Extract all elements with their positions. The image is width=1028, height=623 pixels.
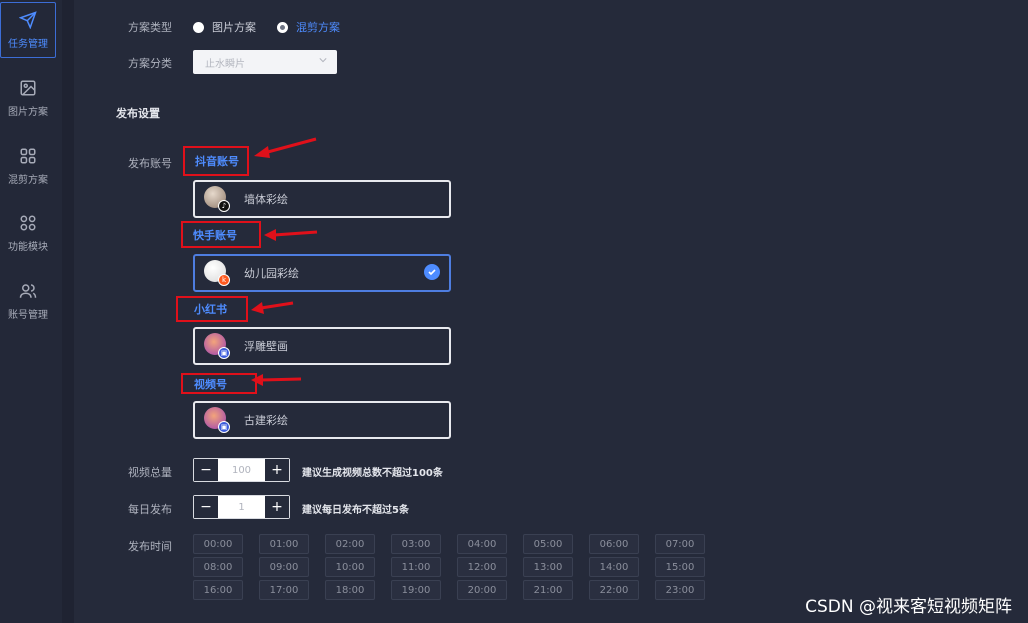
- account-card-douyin[interactable]: ♪ 墙体彩绘: [193, 180, 451, 218]
- account-card-kuaishou[interactable]: k 幼儿园彩绘: [193, 254, 451, 292]
- annotation-arrow: [251, 374, 302, 386]
- sidebar-item-modules[interactable]: 功能模块: [0, 205, 56, 261]
- time-slot[interactable]: 16:00: [193, 580, 243, 600]
- time-slot[interactable]: 18:00: [325, 580, 375, 600]
- video-total-input[interactable]: 100: [218, 459, 265, 481]
- time-slot[interactable]: 21:00: [523, 580, 573, 600]
- time-slot[interactable]: 11:00: [391, 557, 441, 577]
- select-value: 止水瞬片: [205, 58, 245, 70]
- video-total-stepper: − 100 +: [193, 458, 290, 482]
- time-slot[interactable]: 02:00: [325, 534, 375, 554]
- radio-dot-selected: [277, 21, 288, 33]
- time-slot[interactable]: 07:00: [655, 534, 705, 554]
- kuaishou-icon: k: [218, 274, 230, 286]
- plan-category-select[interactable]: 止水瞬片: [193, 50, 337, 74]
- time-slot[interactable]: 08:00: [193, 557, 243, 577]
- radio-label: 图片方案: [212, 21, 256, 34]
- time-slot[interactable]: 09:00: [259, 557, 309, 577]
- radio-dot: [193, 21, 204, 33]
- channels-icon: ▣: [218, 421, 230, 433]
- platform-tag-douyin: 抖音账号: [183, 146, 249, 176]
- account-name: 浮雕壁画: [244, 340, 288, 353]
- radio-mix-plan[interactable]: 混剪方案: [277, 19, 340, 35]
- douyin-icon: ♪: [218, 200, 230, 212]
- radio-image-plan[interactable]: 图片方案: [193, 19, 256, 35]
- time-slot[interactable]: 19:00: [391, 580, 441, 600]
- annotation-arrow: [251, 301, 294, 314]
- avatar: k: [204, 260, 230, 286]
- modules-icon: [20, 215, 36, 230]
- publish-settings-title: 发布设置: [116, 107, 160, 120]
- daily-publish-hint: 建议每日发布不超过5条: [302, 505, 409, 516]
- time-slot[interactable]: 14:00: [589, 557, 639, 577]
- time-slot[interactable]: 12:00: [457, 557, 507, 577]
- time-slot[interactable]: 20:00: [457, 580, 507, 600]
- chevron-down-icon: [319, 58, 327, 63]
- platform-tag-xiaohongshu: 小红书: [176, 296, 248, 322]
- avatar: ▣: [204, 333, 230, 359]
- time-slot[interactable]: 13:00: [523, 557, 573, 577]
- daily-publish-label: 每日发布: [128, 503, 172, 516]
- image-icon: [20, 80, 36, 95]
- account-name: 古建彩绘: [244, 414, 288, 427]
- account-card-xiaohongshu[interactable]: ▣ 浮雕壁画: [193, 327, 451, 365]
- avatar: ▣: [204, 407, 230, 433]
- sidebar-item-task-management[interactable]: 任务管理: [0, 2, 56, 58]
- time-slot[interactable]: 22:00: [589, 580, 639, 600]
- publish-account-label: 发布账号: [128, 157, 172, 170]
- time-slot[interactable]: 04:00: [457, 534, 507, 554]
- platform-tag-kuaishou: 快手账号: [181, 221, 261, 248]
- annotation-arrow: [264, 229, 318, 241]
- sidebar-item-label: 任务管理: [8, 38, 48, 50]
- account-name: 幼儿园彩绘: [244, 267, 299, 280]
- decrement-button[interactable]: −: [194, 496, 218, 518]
- sidebar-item-image-plan[interactable]: 图片方案: [0, 70, 56, 126]
- avatar: ♪: [204, 186, 230, 212]
- sidebar-item-label: 图片方案: [8, 106, 48, 118]
- increment-button[interactable]: +: [265, 459, 289, 481]
- account-name: 墙体彩绘: [244, 193, 288, 206]
- users-icon: [19, 283, 37, 298]
- account-card-channels[interactable]: ▣ 古建彩绘: [193, 401, 451, 439]
- send-icon: [19, 10, 37, 29]
- publish-time-label: 发布时间: [128, 540, 172, 553]
- platform-tag-channels: 视频号: [181, 373, 257, 394]
- time-slot[interactable]: 03:00: [391, 534, 441, 554]
- sidebar-item-label: 功能模块: [8, 241, 48, 253]
- radio-label: 混剪方案: [296, 21, 340, 34]
- time-slot[interactable]: 15:00: [655, 557, 705, 577]
- xiaohongshu-icon: ▣: [218, 347, 230, 359]
- video-total-hint: 建议生成视频总数不超过100条: [302, 468, 443, 479]
- sidebar-item-accounts[interactable]: 账号管理: [0, 273, 56, 329]
- time-slot[interactable]: 10:00: [325, 557, 375, 577]
- daily-publish-input[interactable]: 1: [218, 496, 265, 518]
- annotation-arrow: [254, 137, 317, 158]
- sidebar: 任务管理 图片方案 混剪方案 功能模块 账号管理: [0, 0, 74, 623]
- sidebar-item-mix-plan[interactable]: 混剪方案: [0, 138, 56, 194]
- daily-publish-stepper: − 1 +: [193, 495, 290, 519]
- plan-category-label: 方案分类: [128, 57, 172, 70]
- grid-icon: [20, 148, 36, 163]
- time-slot[interactable]: 06:00: [589, 534, 639, 554]
- time-slot[interactable]: 17:00: [259, 580, 309, 600]
- increment-button[interactable]: +: [265, 496, 289, 518]
- decrement-button[interactable]: −: [194, 459, 218, 481]
- time-slot[interactable]: 05:00: [523, 534, 573, 554]
- time-slot[interactable]: 01:00: [259, 534, 309, 554]
- check-icon: [424, 264, 440, 280]
- watermark: CSDN @视来客短视频矩阵: [805, 597, 1012, 617]
- sidebar-item-label: 混剪方案: [8, 174, 48, 186]
- video-total-label: 视频总量: [128, 466, 172, 479]
- time-slot[interactable]: 23:00: [655, 580, 705, 600]
- plan-type-label: 方案类型: [128, 21, 172, 34]
- time-slot[interactable]: 00:00: [193, 534, 243, 554]
- sidebar-item-label: 账号管理: [8, 309, 48, 321]
